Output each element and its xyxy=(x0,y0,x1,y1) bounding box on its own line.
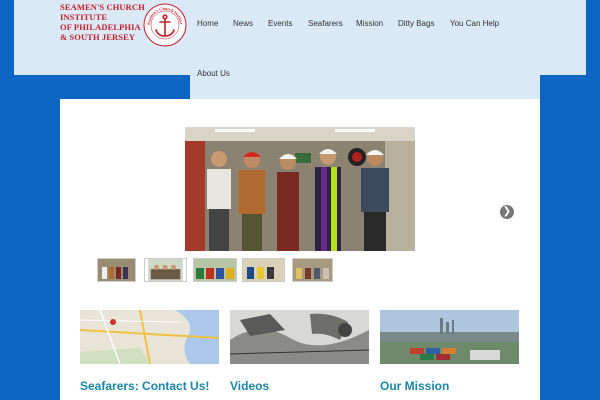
logo-line: of Philadelphia xyxy=(60,22,141,32)
nav-item-ditty-bags[interactable]: Ditty Bags xyxy=(398,19,434,28)
slideshow-thumbnail[interactable] xyxy=(193,258,237,282)
anchor-seal-icon[interactable]: Seamen's Church Institute xyxy=(142,2,188,48)
card-title-videos[interactable]: Videos xyxy=(230,379,269,393)
port-image[interactable] xyxy=(380,310,519,364)
nav-item-home[interactable]: Home xyxy=(197,19,218,28)
header-extension xyxy=(190,75,540,99)
nav-item-events[interactable]: Events xyxy=(268,19,292,28)
slideshow-thumbnail[interactable] xyxy=(292,258,333,282)
logo-line: Institute xyxy=(60,12,108,22)
nav-item-mission[interactable]: Mission xyxy=(356,19,383,28)
nav-item-about-us[interactable]: About Us xyxy=(197,69,230,78)
map-image[interactable] xyxy=(80,310,219,364)
nav-item-news[interactable]: News xyxy=(233,19,253,28)
slideshow-thumbnail[interactable] xyxy=(97,258,136,282)
card-title-mission[interactable]: Our Mission xyxy=(380,379,449,393)
logo-line: & South Jersey xyxy=(60,32,136,42)
site-logo-text[interactable]: Seamen's Church Institute of Philadelphi… xyxy=(60,2,145,42)
logo-line: Seamen's Church xyxy=(60,2,145,12)
slideshow-thumbnail[interactable] xyxy=(144,258,187,282)
nav-item-seafarers[interactable]: Seafarers xyxy=(308,19,343,28)
slideshow-photo[interactable] xyxy=(185,127,415,251)
card-title-contact[interactable]: Seafarers: Contact Us! xyxy=(80,379,209,393)
sketch-image[interactable] xyxy=(230,310,369,364)
chevron-right-icon[interactable]: ❯ xyxy=(500,205,514,219)
nav-item-you-can-help[interactable]: You Can Help xyxy=(450,19,499,28)
slideshow-thumbnail[interactable] xyxy=(242,258,285,282)
